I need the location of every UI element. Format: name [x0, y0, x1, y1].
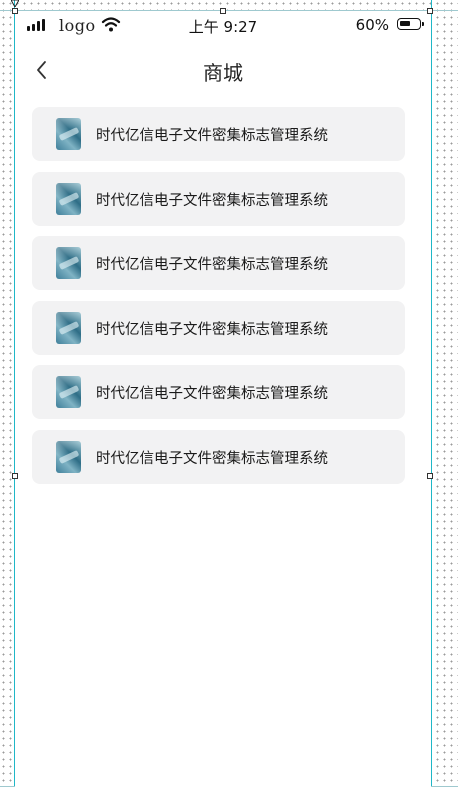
status-bar: logo 上午 9:27 60% — [15, 11, 431, 41]
resize-handle[interactable] — [12, 473, 18, 479]
resize-handle[interactable] — [427, 8, 433, 14]
list-item-title: 时代亿信电子文件密集标志管理系统 — [96, 450, 328, 467]
anchor-pin-icon — [11, 0, 19, 7]
list-item-title: 时代亿信电子文件密集标志管理系统 — [96, 257, 328, 273]
resize-handle[interactable] — [12, 8, 18, 14]
app-thumbnail-icon — [56, 247, 81, 279]
list-item[interactable]: 时代亿信电子文件密集标志管理系统 — [32, 107, 405, 161]
list-item-title: 时代亿信电子文件密集标志管理系统 — [96, 386, 328, 402]
list-item-title: 时代亿信电子文件密集标志管理系统 — [96, 321, 328, 338]
list-item[interactable]: 时代亿信电子文件密集标志管理系统 — [32, 171, 405, 226]
app-thumbnail-icon — [56, 118, 81, 150]
list-item-title: 时代亿信电子文件密集标志管理系统 — [96, 128, 328, 144]
nav-bar: 商城 — [15, 47, 431, 93]
app-thumbnail-icon — [56, 311, 81, 344]
list-item[interactable]: 时代亿信电子文件密集标志管理系统 — [32, 236, 405, 290]
list-item[interactable]: 时代亿信电子文件密集标志管理系统 — [32, 429, 405, 484]
page-title: 商城 — [203, 61, 243, 85]
canvas-guide-right — [431, 0, 432, 787]
battery-level-fill — [400, 21, 410, 26]
battery-percent: 60% — [355, 16, 389, 34]
battery-icon — [397, 18, 424, 30]
app-thumbnail-icon — [56, 182, 81, 215]
list-item[interactable]: 时代亿信电子文件密集标志管理系统 — [32, 365, 405, 419]
list-item[interactable]: 时代亿信电子文件密集标志管理系统 — [32, 300, 405, 355]
phone-frame: logo 上午 9:27 60% 商城 时代亿信电子文件密集标志管理系统 时代亿… — [15, 11, 431, 787]
app-thumbnail-icon — [56, 376, 81, 408]
resize-handle[interactable] — [427, 473, 433, 479]
product-list: 时代亿信电子文件密集标志管理系统 时代亿信电子文件密集标志管理系统 时代亿信电子… — [32, 107, 405, 494]
app-thumbnail-icon — [56, 440, 81, 473]
resize-handle[interactable] — [220, 8, 226, 14]
list-item-title: 时代亿信电子文件密集标志管理系统 — [96, 192, 328, 209]
